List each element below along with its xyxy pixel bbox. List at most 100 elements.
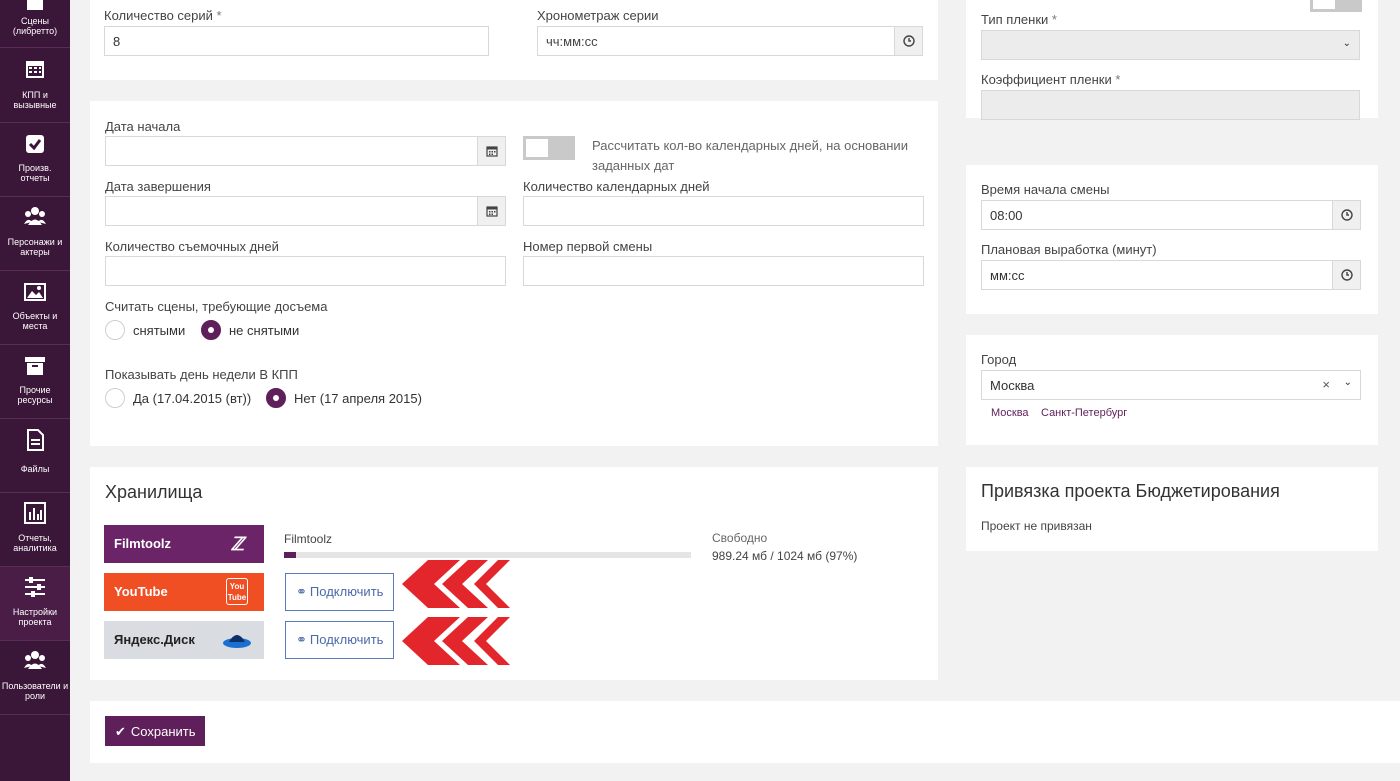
calc-days-toggle[interactable] (523, 136, 575, 160)
sidebar-item-resources[interactable]: Прочие ресурсы (0, 345, 70, 419)
film-type-label: Тип пленки * (981, 12, 1057, 27)
film-toggle[interactable] (1310, 0, 1362, 12)
film-panel: Тип пленки * ⌄ Коэффициент пленки * (966, 0, 1378, 120)
film-coef-input[interactable] (981, 90, 1360, 120)
bar-chart-icon (24, 502, 46, 524)
sidebar-item-label: Произв. (18, 163, 52, 173)
calendar-days-input[interactable] (523, 196, 924, 226)
sidebar-item-reports[interactable]: Произв. отчеты (0, 123, 70, 197)
sidebar-item-label: ресурсы (17, 395, 53, 405)
connect-youtube-button[interactable]: ⚭ Подключить (285, 573, 394, 611)
city-panel: Город Москва × ⌄ Москва Санкт-Петербург (966, 335, 1378, 445)
shooting-days-input[interactable] (105, 256, 506, 286)
budget-status: Проект не привязан (981, 519, 1092, 533)
sidebar-item-analytics[interactable]: Отчеты, аналитика (0, 493, 70, 567)
sidebar-item-label: Прочие (19, 385, 51, 395)
first-shift-input[interactable] (523, 256, 924, 286)
calendar-icon[interactable] (477, 137, 505, 165)
weekday-radio-yes[interactable] (105, 388, 125, 408)
sidebar-item-files[interactable]: Файлы (0, 419, 70, 493)
sidebar-item-label: места (22, 321, 48, 331)
first-shift-label: Номер первой смены (523, 239, 653, 254)
weekday-label: Показывать день недели В КПП (105, 367, 298, 382)
city-select[interactable]: Москва × ⌄ (981, 370, 1361, 400)
filmtoolz-name: Filmtoolz (284, 532, 333, 546)
sidebar-item-project-settings[interactable]: Настройки проекта (0, 567, 70, 641)
sidebar-item-label: роли (24, 691, 46, 701)
series-panel: Количество серий * 8 Хронометраж серии ч… (90, 0, 938, 80)
budget-panel: Привязка проекта Бюджетирования Проект н… (966, 467, 1378, 551)
calendar-icon[interactable] (477, 197, 505, 225)
users-icon (24, 651, 46, 669)
shooting-days-label: Количество съемочных дней (105, 239, 279, 254)
storage-panel: Хранилища Filmtoolz ℤ YouTube You Tube Ян… (90, 467, 938, 680)
calc-days-label: заданных дат (592, 158, 675, 173)
planned-output-input[interactable]: мм:сс (981, 260, 1361, 290)
reshoot-radio-shot[interactable] (105, 320, 125, 340)
calendar-icon (26, 61, 44, 78)
clock-icon[interactable] (894, 27, 922, 55)
sidebar-item-scenes[interactable]: Сцены (либретто) (0, 0, 70, 48)
sidebar-item-label: (либретто) (12, 26, 58, 36)
sliders-icon (25, 577, 45, 597)
sidebar-item-characters[interactable]: Персонажи и актеры (0, 197, 70, 271)
start-date-input[interactable] (105, 136, 506, 166)
film-coef-label: Коэффициент пленки * (981, 72, 1121, 87)
check-icon: ✔ (115, 724, 126, 739)
reshoot-option-label: не снятыми (229, 323, 300, 338)
free-label: Свободно (712, 531, 768, 545)
series-count-input[interactable]: 8 (104, 26, 489, 56)
file-icon (27, 429, 44, 451)
link-icon: ⚭ (296, 632, 307, 647)
sidebar-item-label: Объекты и (12, 311, 58, 321)
reshoot-label: Считать сцены, требующие досъема (105, 299, 328, 314)
sidebar-item-objects[interactable]: Объекты и места (0, 271, 70, 345)
clock-icon[interactable] (1332, 261, 1360, 289)
end-date-input[interactable] (105, 196, 506, 226)
series-duration-label: Хронометраж серии (537, 8, 659, 23)
sidebar-item-users-roles[interactable]: Пользователи и роли (0, 641, 70, 715)
yandex-disk-badge: Яндекс.Диск (104, 621, 264, 659)
filmtoolz-badge: Filmtoolz ℤ (104, 525, 264, 563)
sidebar-item-label: проекта (18, 617, 52, 627)
city-chip[interactable]: Москва (991, 407, 1029, 419)
users-icon (24, 207, 46, 225)
yandex-disk-logo-icon (223, 635, 251, 648)
check-icon (26, 135, 44, 153)
planned-output-label: Плановая выработка (минут) (981, 242, 1157, 257)
link-icon: ⚭ (296, 584, 307, 599)
sidebar-item-label: Настройки (12, 607, 58, 617)
sidebar-item-label: Сцены (21, 16, 49, 26)
shift-panel: Время начала смены 08:00 Плановая вырабо… (966, 165, 1378, 314)
series-count-label: Количество серий * (104, 8, 222, 23)
series-duration-input[interactable]: чч:мм:сс (537, 26, 923, 56)
start-date-label: Дата начала (105, 119, 181, 134)
shift-start-label: Время начала смены (981, 182, 1110, 197)
annotation-arrows-icon (402, 560, 510, 665)
sidebar-item-label: актеры (20, 247, 50, 257)
free-value: 989.24 мб / 1024 мб (97%) (712, 549, 858, 563)
sidebar: Сцены (либретто) КПП и вызывные Произв. … (0, 0, 70, 781)
youtube-logo-icon: You Tube (226, 578, 248, 605)
film-type-select[interactable]: ⌄ (981, 30, 1360, 60)
budget-title: Привязка проекта Бюджетирования (981, 481, 1280, 501)
chevron-down-icon: ⌄ (1342, 38, 1351, 49)
sidebar-item-kpp[interactable]: КПП и вызывные (0, 49, 70, 123)
weekday-option-label: Да (17.04.2015 (вт)) (133, 391, 252, 406)
sidebar-item-label: КПП и (22, 90, 48, 100)
clear-icon[interactable]: × (1322, 377, 1330, 392)
archive-icon (25, 357, 45, 375)
filmtoolz-logo-icon: ℤ (230, 534, 244, 554)
save-panel (90, 701, 1400, 763)
weekday-radio-no[interactable] (266, 388, 286, 408)
city-chip[interactable]: Санкт-Петербург (1041, 407, 1127, 419)
shift-start-input[interactable]: 08:00 (981, 200, 1361, 230)
sidebar-item-label: Пользователи и (1, 681, 69, 691)
connect-yandex-button[interactable]: ⚭ Подключить (285, 621, 394, 659)
sidebar-item-label: Файлы (20, 464, 50, 474)
save-button[interactable]: ✔ Сохранить (105, 716, 205, 746)
clock-icon[interactable] (1332, 201, 1360, 229)
dates-panel: Дата начала Рассчитать кол-во календарны… (90, 101, 938, 446)
reshoot-radio-not-shot[interactable] (201, 320, 221, 340)
sidebar-item-label: вызывные (13, 100, 57, 110)
